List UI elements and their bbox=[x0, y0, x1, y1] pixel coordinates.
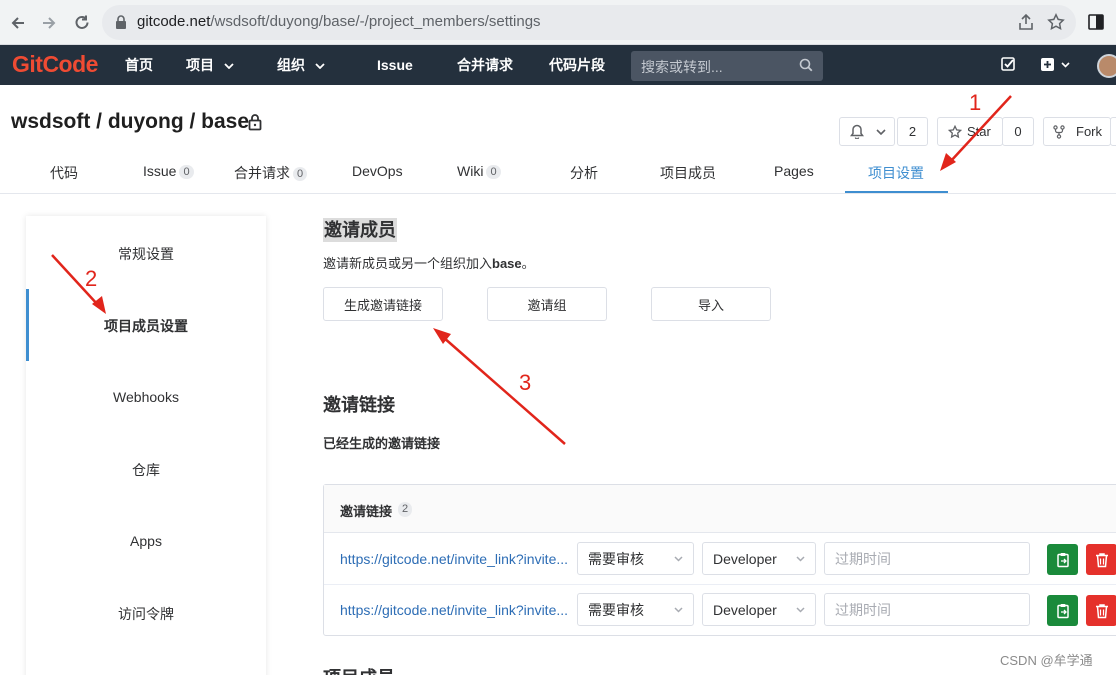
annotation-arrow-3 bbox=[433, 328, 566, 445]
annotation-arrow-2 bbox=[51, 254, 106, 314]
annotation-arrows bbox=[51, 95, 1012, 445]
annotation-number-3: 3 bbox=[519, 370, 532, 395]
annotation-number-2: 2 bbox=[85, 266, 98, 291]
annotation-number-1: 1 bbox=[969, 90, 982, 115]
